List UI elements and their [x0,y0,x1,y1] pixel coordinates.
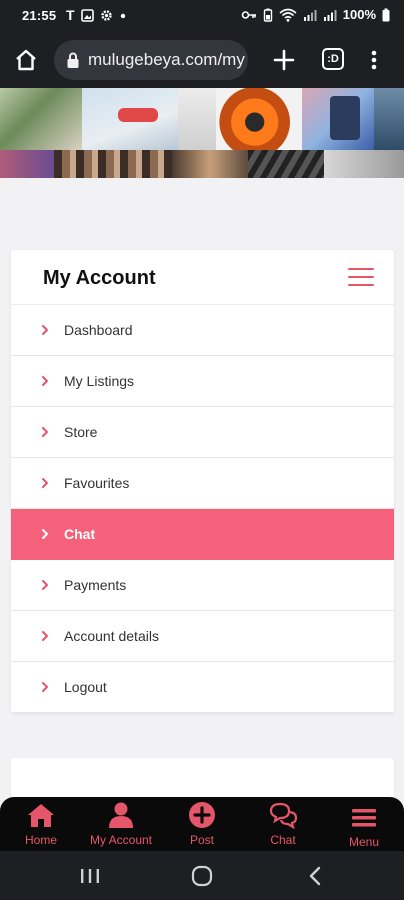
menu-item-label: My Listings [64,373,135,389]
chevron-right-icon [42,478,48,488]
banner-tile-bottom-5 [324,150,404,178]
menu-item-label: Dashboard [64,322,133,338]
menu-item-account-details[interactable]: Account details [11,611,394,662]
wifi-icon [279,8,297,22]
banner-tile-bottom-2 [54,150,172,178]
menu-item-payments[interactable]: Payments [11,560,394,611]
key-icon [241,10,256,19]
nav-post[interactable]: Post [162,797,242,851]
t-notification-icon: T [66,7,75,23]
chevron-right-icon [42,529,48,539]
new-tab-icon[interactable] [270,46,298,74]
gallery-icon [80,8,94,22]
chevron-right-icon [42,325,48,335]
chevron-right-icon [42,682,48,692]
menu-item-my-listings[interactable]: My Listings [11,356,394,407]
browser-toolbar: mulugebeya.com/my :D [0,32,404,88]
nav-label: Chat [270,833,296,847]
chevron-right-icon [42,580,48,590]
menu-item-label: Chat [64,526,96,542]
status-right-icons: 100% [241,7,390,22]
banner-tile-bottom-4 [248,150,324,178]
status-bar: 21:55 T 100% [0,0,404,32]
content-card-bottom [11,758,394,802]
home-circle-icon[interactable] [190,865,214,887]
nav-label: Menu [348,835,380,849]
banner-tile-food [0,88,82,150]
banner-tile-bottom-1 [0,150,54,178]
page-title: My Account [43,267,156,289]
home-icon[interactable] [12,46,40,74]
banner-tile-drone-body [118,108,158,122]
signal-icon [303,9,317,21]
back-icon[interactable] [304,865,328,887]
menu-item-chat[interactable]: Chat [11,509,394,560]
menu-item-label: Account details [64,628,159,644]
menu-icon [352,809,376,827]
address-bar[interactable]: mulugebeya.com/my [54,40,248,80]
nav-home[interactable]: Home [1,797,81,851]
tab-switcher-button[interactable]: :D [322,48,344,70]
more-options-icon[interactable] [366,46,382,74]
gear-icon [100,9,112,21]
battery-percentage: 100% [342,7,376,22]
menu-item-label: Payments [64,577,127,593]
menu-item-dashboard[interactable]: Dashboard [11,305,394,356]
menu-item-label: Logout [64,679,107,695]
nav-label: Post [189,833,214,847]
tab-count: :D [327,53,339,65]
banner-tile-car [216,88,302,150]
account-menu-card: My Account Dashboard My Listings Store F… [11,250,394,713]
bottom-navigation: Home My Account Post Chat Menu [0,797,404,851]
plus-circle-icon [189,802,215,828]
signal-icon [323,9,337,21]
nav-label: My Account [89,833,153,847]
banner-tile-bottom-3 [172,150,248,178]
lock-icon [67,52,79,68]
menu-item-label: Favourites [64,475,130,491]
menu-item-logout[interactable]: Logout [11,662,394,713]
chevron-right-icon [42,376,48,386]
menu-item-label: Store [64,424,98,440]
battery-saver-icon [263,8,272,22]
user-icon [109,802,133,828]
status-time: 21:55 [22,8,57,23]
battery-icon [382,8,390,21]
banner-tile-clothing [178,88,216,150]
account-card-header: My Account [11,250,394,305]
system-navigation-bar [0,851,404,900]
header-banner-collage [0,88,404,178]
nav-chat[interactable]: Chat [243,797,323,851]
menu-item-store[interactable]: Store [11,407,394,458]
chevron-right-icon [42,427,48,437]
recent-apps-icon[interactable] [78,865,102,887]
menu-item-favourites[interactable]: Favourites [11,458,394,509]
url-text[interactable]: mulugebeya.com/my [88,50,245,70]
banner-tile-apps [330,96,360,140]
status-left-icons: T [66,7,127,23]
chat-icon [269,802,298,829]
banner-tile-edge [374,88,404,150]
dot-icon [120,13,125,18]
nav-label: Home [24,833,57,847]
account-menu-list: Dashboard My Listings Store Favourites C… [11,305,394,713]
nav-my-account[interactable]: My Account [81,797,161,851]
hamburger-menu-icon[interactable] [348,268,374,286]
home-icon [28,804,54,827]
chevron-right-icon [42,631,48,641]
nav-menu[interactable]: Menu [324,797,404,851]
